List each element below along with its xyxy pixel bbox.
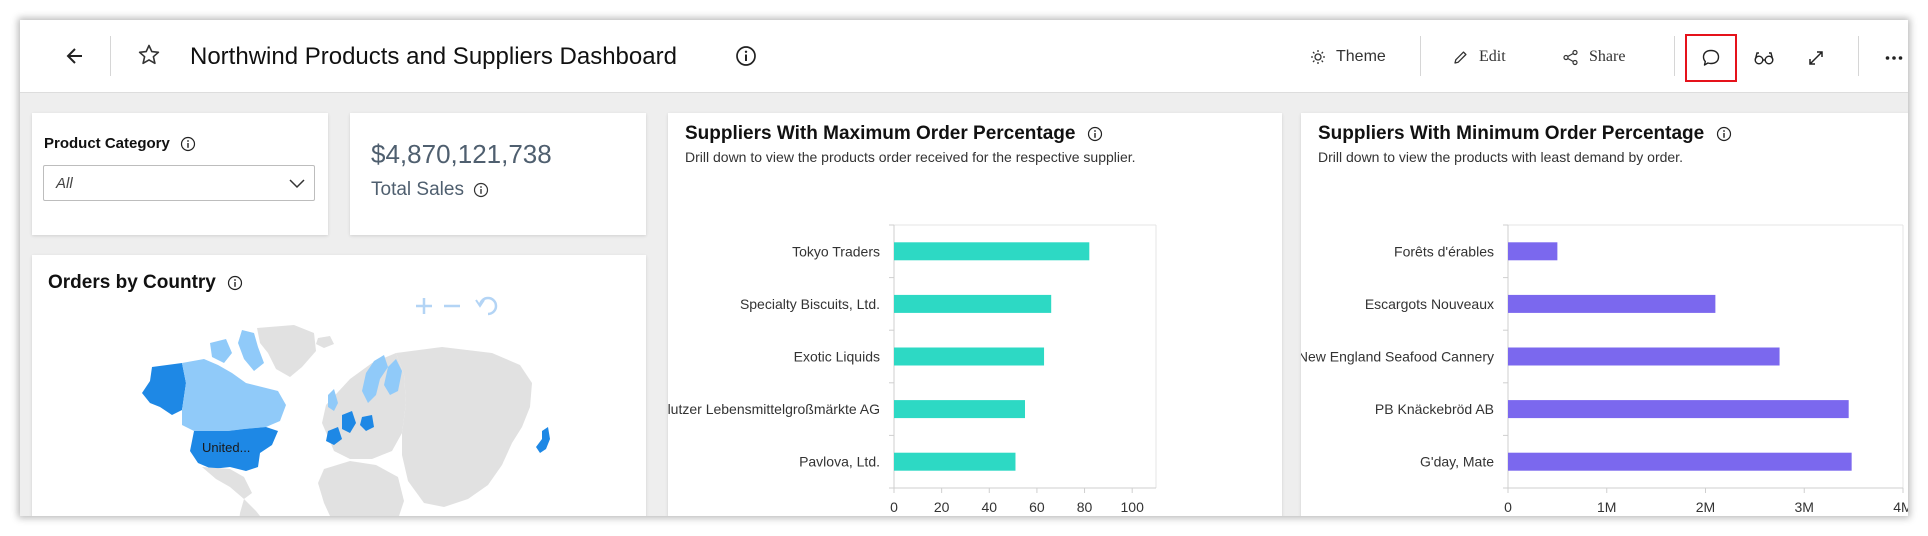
bar[interactable] <box>894 452 1016 471</box>
map-country[interactable] <box>238 499 268 516</box>
category-dropdown[interactable]: All <box>43 165 315 201</box>
min-order-chart-card: Suppliers With Minimum Order Percentage … <box>1301 113 1908 516</box>
map-country[interactable] <box>182 359 286 431</box>
share-label: Share <box>1589 48 1626 65</box>
map-country[interactable] <box>202 467 252 499</box>
x-tick-label: 2M <box>1696 499 1715 515</box>
y-tick-label: Pavlova, Ltd. <box>799 454 880 470</box>
y-tick-label: Plutzer Lebensmittelgroßmärkte AG <box>668 401 880 417</box>
x-tick-label: 60 <box>1029 499 1045 515</box>
x-tick-label: 4M <box>1893 499 1908 515</box>
theme-button[interactable]: Theme <box>1310 44 1386 70</box>
total-sales-card: $4,870,121,738 Total Sales <box>350 113 646 235</box>
map-country[interactable] <box>318 461 404 516</box>
page-title: Northwind Products and Suppliers Dashboa… <box>190 43 677 70</box>
bar[interactable] <box>894 242 1090 261</box>
map-country[interactable] <box>142 363 186 415</box>
y-tick-label: Exotic Liquids <box>794 349 880 365</box>
bar[interactable] <box>1508 400 1849 419</box>
toolbar-divider <box>1858 36 1859 76</box>
y-tick-label: Forêts d'érables <box>1394 243 1494 259</box>
map-country[interactable] <box>316 336 334 348</box>
share-icon <box>1563 49 1578 65</box>
category-dropdown-value: All <box>56 175 73 192</box>
map-country[interactable] <box>396 347 532 507</box>
info-icon[interactable] <box>180 136 196 152</box>
edit-button[interactable]: Edit <box>1452 44 1506 70</box>
filter-label: Product Category <box>44 135 170 152</box>
top-toolbar: Northwind Products and Suppliers Dashboa… <box>20 20 1908 93</box>
y-tick-label: Tokyo Traders <box>792 243 880 259</box>
share-button[interactable]: Share <box>1562 44 1625 70</box>
x-tick-label: 0 <box>1504 499 1512 515</box>
bar[interactable] <box>894 347 1045 366</box>
max-order-bar-chart: Tokyo Traders Specialty Biscuits, Ltd. Exo… <box>668 224 1157 515</box>
map-country[interactable] <box>536 427 550 453</box>
theme-label: Theme <box>1336 48 1386 65</box>
bar[interactable] <box>1508 347 1780 366</box>
star-icon[interactable] <box>132 38 166 72</box>
toolbar-divider <box>1674 36 1675 76</box>
y-tick-label: PB Knäckebröd AB <box>1375 401 1494 417</box>
edit-label: Edit <box>1479 48 1506 65</box>
x-tick-label: 40 <box>981 499 997 515</box>
world-map[interactable]: United... <box>32 255 646 516</box>
orders-by-country-card: Orders by Country United... <box>32 255 646 516</box>
bar[interactable] <box>1508 294 1716 313</box>
more-options-icon[interactable] <box>1877 41 1908 75</box>
x-tick-label: 80 <box>1077 499 1093 515</box>
map-country[interactable] <box>257 325 316 377</box>
y-tick-label: G'day, Mate <box>1420 454 1494 470</box>
zoom-in-icon[interactable] <box>416 298 432 314</box>
y-tick-label: Escargots Nouveaux <box>1365 296 1494 312</box>
toolbar-divider <box>1420 36 1421 76</box>
toolbar-divider <box>110 36 111 76</box>
info-icon[interactable] <box>473 182 489 198</box>
total-sales-label: Total Sales <box>371 179 464 200</box>
chevron-down-icon <box>289 179 305 189</box>
y-tick-label: New England Seafood Cannery <box>1301 349 1494 365</box>
map-country[interactable] <box>210 339 232 363</box>
min-order-bar-chart: Forêts d'érables Escargots Nouveaux New En… <box>1301 224 1908 515</box>
bar[interactable] <box>1508 452 1852 471</box>
bar[interactable] <box>1508 242 1558 261</box>
map-country-label: United... <box>202 440 250 455</box>
bar[interactable] <box>894 400 1025 419</box>
refresh-icon[interactable] <box>475 296 498 316</box>
comment-highlight-box <box>1685 34 1737 82</box>
sun-icon <box>1311 50 1325 64</box>
y-tick-label: Specialty Biscuits, Ltd. <box>740 296 880 312</box>
expand-icon[interactable] <box>1799 41 1833 75</box>
back-arrow-icon[interactable] <box>58 39 92 73</box>
pencil-icon <box>1454 50 1467 64</box>
x-tick-label: 100 <box>1121 499 1145 515</box>
max-order-chart-card: Suppliers With Maximum Order Percentage … <box>668 113 1282 516</box>
x-tick-label: 3M <box>1795 499 1814 515</box>
total-sales-label-row: Total Sales <box>371 179 489 201</box>
x-tick-label: 20 <box>934 499 950 515</box>
total-sales-value: $4,870,121,738 <box>371 139 552 169</box>
x-tick-label: 1M <box>1597 499 1616 515</box>
bar[interactable] <box>894 294 1052 313</box>
x-tick-label: 0 <box>890 499 898 515</box>
info-icon[interactable] <box>729 39 763 73</box>
glasses-icon[interactable] <box>1747 41 1781 75</box>
filter-label-row: Product Category <box>44 135 196 152</box>
dashboard-frame: Northwind Products and Suppliers Dashboa… <box>20 20 1908 516</box>
product-category-filter-card: Product Category All <box>32 113 328 235</box>
